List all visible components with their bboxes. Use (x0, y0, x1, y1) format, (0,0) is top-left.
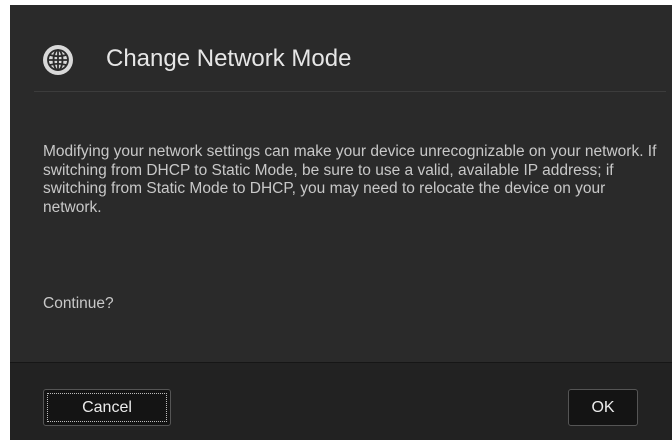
dialog-header: Change Network Mode (10, 5, 672, 91)
dialog-footer: Cancel OK (10, 362, 672, 440)
continue-prompt: Continue? (43, 295, 114, 312)
ok-button[interactable]: OK (568, 389, 638, 426)
ok-button-label: OK (591, 398, 615, 416)
cancel-button[interactable]: Cancel (43, 389, 171, 426)
header-divider (34, 91, 666, 92)
dialog-title: Change Network Mode (106, 45, 352, 72)
globe-icon (43, 45, 73, 75)
cancel-button-label: Cancel (82, 398, 132, 416)
warning-message: Modifying your network settings can make… (43, 143, 657, 216)
change-network-mode-dialog: Change Network Mode Modifying your netwo… (10, 5, 672, 440)
